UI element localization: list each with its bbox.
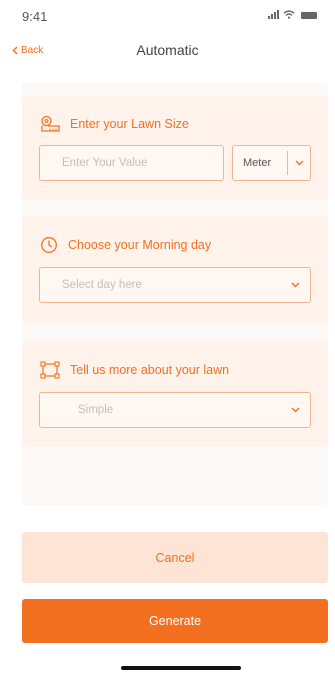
lawn-size-input[interactable]: Enter Your Value (39, 145, 224, 181)
status-bar: 9:41 (0, 0, 335, 30)
chevron-down-icon (291, 407, 300, 413)
lawn-size-header: Enter your Lawn Size (40, 115, 189, 133)
generate-button[interactable]: Generate (22, 599, 328, 643)
wifi-icon (283, 10, 295, 19)
lawn-type-select[interactable]: Simple (39, 392, 311, 428)
unit-divider (287, 151, 288, 175)
home-indicator (121, 666, 241, 670)
status-icons (268, 10, 317, 19)
page-title: Automatic (136, 42, 199, 58)
lawn-details-label: Tell us more about your lawn (70, 363, 230, 377)
lawn-size-card: Enter your Lawn Size Enter Your Value Me… (22, 96, 328, 200)
nav-bar: Back Automatic (0, 36, 335, 64)
status-time: 9:41 (22, 9, 48, 24)
chevron-down-icon (291, 282, 300, 288)
unit-select[interactable]: Meter (232, 145, 311, 181)
morning-day-label: Choose your Morning day (68, 238, 212, 252)
morning-day-card: Choose your Morning day Select day here (22, 217, 328, 323)
lawn-size-label: Enter your Lawn Size (70, 117, 189, 131)
morning-day-placeholder: Select day here (62, 279, 142, 291)
lawn-details-header: Tell us more about your lawn (40, 361, 229, 379)
chevron-down-icon (295, 160, 304, 166)
clock-icon (41, 237, 57, 253)
battery-icon (301, 12, 317, 19)
cancel-button[interactable]: Cancel (22, 532, 328, 583)
lawn-type-value: Simple (78, 404, 114, 416)
morning-day-select[interactable]: Select day here (39, 267, 311, 303)
frame-icon (40, 361, 60, 379)
signal-icon (268, 10, 279, 19)
unit-value: Meter (243, 157, 272, 169)
lawn-details-card: Tell us more about your lawn Simple (22, 342, 328, 446)
morning-day-header: Choose your Morning day (40, 236, 211, 254)
lawn-size-placeholder: Enter Your Value (62, 157, 148, 169)
tape-measure-icon (41, 115, 60, 132)
